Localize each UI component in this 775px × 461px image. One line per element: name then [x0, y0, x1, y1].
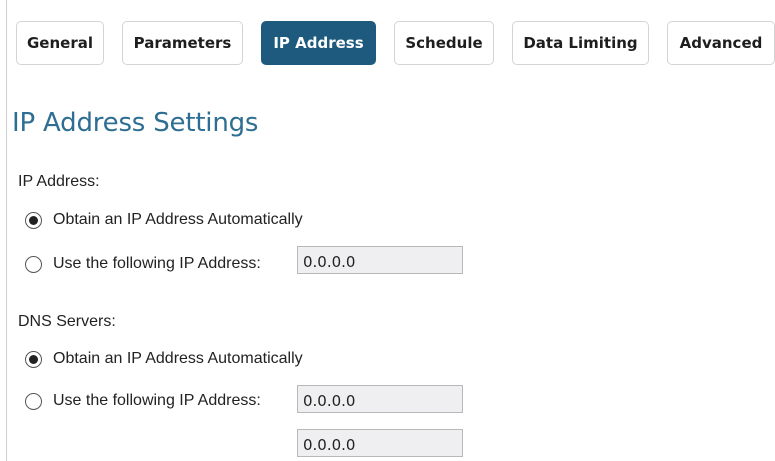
- dns-auto-label: Obtain an IP Address Automatically: [53, 350, 303, 367]
- dns-auto-option: Obtain an IP Address Automatically: [25, 349, 303, 369]
- ip-auto-radio[interactable]: [25, 211, 42, 229]
- ip-manual-option: Use the following IP Address:: [25, 254, 261, 274]
- dns-primary-field[interactable]: [297, 385, 463, 413]
- tab-schedule[interactable]: Schedule: [394, 21, 494, 65]
- section-title: IP Address Settings: [12, 108, 259, 138]
- tab-ip-address[interactable]: IP Address: [261, 21, 376, 65]
- tab-general[interactable]: General: [16, 21, 104, 65]
- ip-address-field[interactable]: [297, 246, 463, 274]
- dns-auto-radio[interactable]: [25, 350, 42, 368]
- dns-servers-label: DNS Servers:: [18, 313, 116, 330]
- ip-address-label: IP Address:: [18, 173, 100, 190]
- ip-manual-radio[interactable]: [25, 255, 42, 273]
- ip-manual-label: Use the following IP Address:: [53, 255, 261, 272]
- ip-auto-label: Obtain an IP Address Automatically: [53, 211, 303, 228]
- tab-parameters[interactable]: Parameters: [122, 21, 243, 65]
- tab-advanced[interactable]: Advanced: [667, 21, 775, 65]
- dns-manual-radio[interactable]: [25, 392, 42, 410]
- dns-secondary-field[interactable]: [297, 429, 463, 457]
- dns-manual-option: Use the following IP Address:: [25, 391, 261, 411]
- tab-data-limiting[interactable]: Data Limiting: [512, 21, 649, 65]
- dns-manual-label: Use the following IP Address:: [53, 392, 261, 409]
- ip-auto-option: Obtain an IP Address Automatically: [25, 210, 303, 230]
